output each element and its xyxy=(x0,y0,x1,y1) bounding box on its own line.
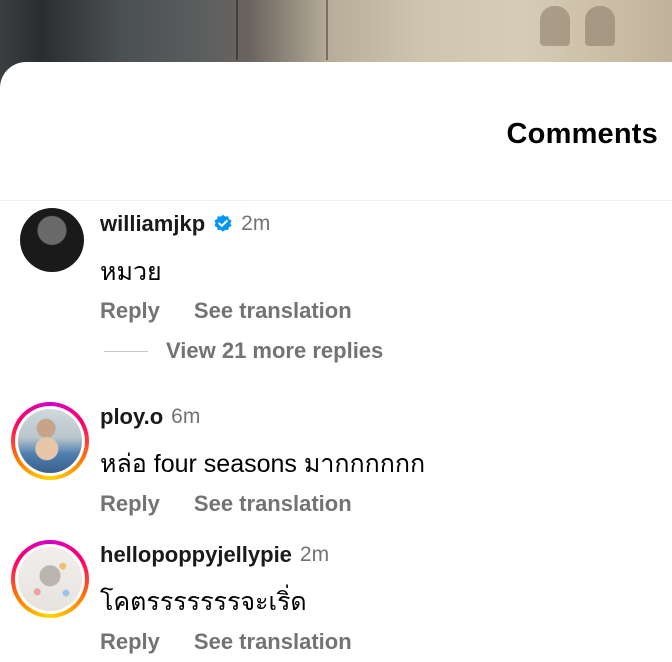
page-title: Comments xyxy=(506,118,658,150)
comment-timestamp: 2m xyxy=(299,543,330,566)
view-more-replies-label: View 21 more replies xyxy=(166,338,384,363)
avatar xyxy=(18,409,82,473)
comment-meta: hellopoppyjellypie 2m xyxy=(100,542,329,568)
reply-button[interactable]: Reply xyxy=(100,298,160,324)
avatar-story-ring[interactable] xyxy=(11,402,89,480)
view-more-replies-button[interactable]: View 21 more replies xyxy=(104,338,383,364)
comment-timestamp: 2m xyxy=(241,212,271,235)
photo-ornament xyxy=(585,6,615,46)
see-translation-button[interactable]: See translation xyxy=(194,298,352,324)
comment-username[interactable]: ploy.o xyxy=(100,404,163,430)
photo-window-frame xyxy=(326,0,328,60)
comment-text: หมวย xyxy=(100,258,162,286)
avatar xyxy=(18,547,82,611)
sheet-header: Comments xyxy=(0,62,672,201)
comment-meta: williamjkp 2m xyxy=(100,211,270,237)
see-translation-button[interactable]: See translation xyxy=(194,629,352,655)
see-translation-button[interactable]: See translation xyxy=(194,491,352,517)
comment-username[interactable]: hellopoppyjellypie xyxy=(100,542,292,568)
reply-thread-line xyxy=(104,350,148,352)
reply-button[interactable]: Reply xyxy=(100,629,160,655)
photo-ornament xyxy=(540,6,570,46)
comment-text: หล่อ four seasons มากกกกกก xyxy=(100,450,426,478)
avatar[interactable] xyxy=(20,208,84,272)
comment-username[interactable]: williamjkp xyxy=(100,211,205,237)
comment-actions: Reply See translation xyxy=(100,629,386,655)
comment-actions: Reply See translation xyxy=(100,298,386,324)
comment-text: โคตรรรรรรรจะเริ่ด xyxy=(100,588,307,616)
comments-sheet: Comments williamjkp 2m หมวย Reply See tr… xyxy=(0,62,672,662)
comment-actions: Reply See translation xyxy=(100,491,386,517)
reply-button[interactable]: Reply xyxy=(100,491,160,517)
verified-badge-icon xyxy=(213,214,233,234)
comment-timestamp: 6m xyxy=(171,405,201,428)
photo-window-frame xyxy=(236,0,238,60)
comment-meta: ploy.o 6m xyxy=(100,404,200,430)
avatar-story-ring[interactable] xyxy=(11,540,89,618)
